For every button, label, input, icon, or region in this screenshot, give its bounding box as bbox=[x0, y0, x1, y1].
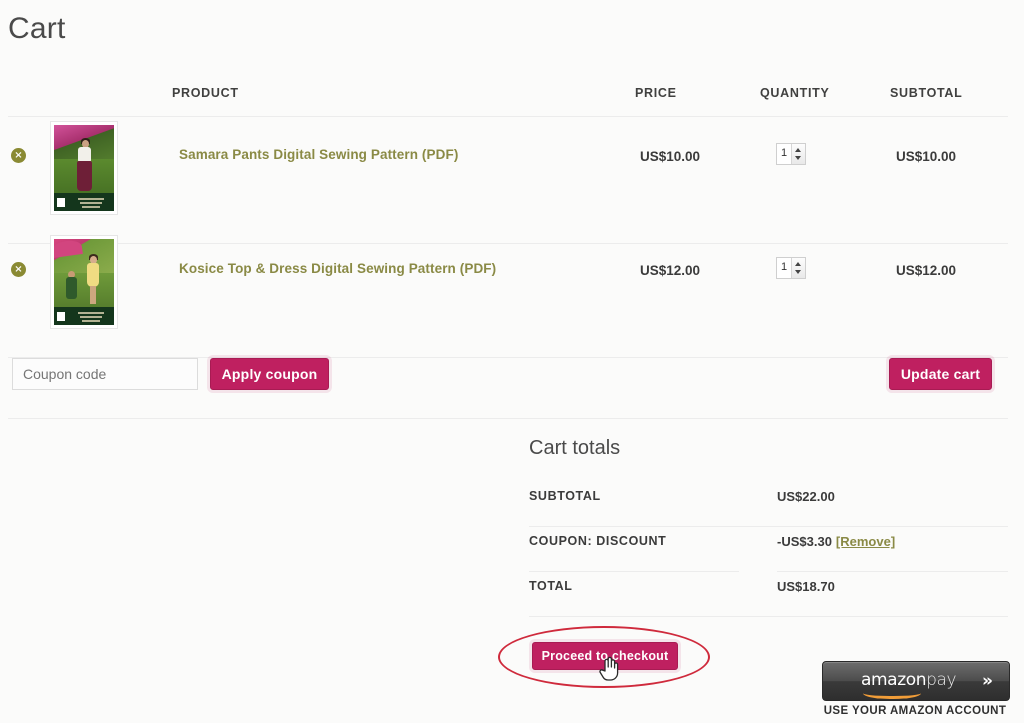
thumbnail-banner-line bbox=[82, 320, 100, 322]
thumbnail-banner bbox=[54, 306, 114, 325]
product-subtotal: US$10.00 bbox=[896, 149, 957, 164]
thumbnail-figure-legs bbox=[90, 286, 96, 304]
table-row: × Samara Pants Digital Sewing Pattern (P… bbox=[8, 117, 1008, 231]
thumbnail-banner bbox=[54, 192, 114, 211]
chevron-right-icon: » bbox=[982, 671, 993, 691]
totals-value: US$22.00 bbox=[777, 489, 835, 504]
cart-totals-title: Cart totals bbox=[529, 437, 621, 459]
remove-item-icon[interactable]: × bbox=[11, 148, 26, 163]
product-price: US$10.00 bbox=[640, 149, 701, 164]
totals-divider bbox=[529, 616, 1008, 617]
cart-page: Cart PRODUCT PRICE QUANTITY SUBTOTAL × S… bbox=[0, 0, 1024, 723]
amazon-pay-widget[interactable]: amazonpay » USE YOUR AMAZON ACCOUNT bbox=[822, 661, 1010, 723]
amazon-pay-caption: USE YOUR AMAZON ACCOUNT bbox=[823, 705, 1007, 717]
thumbnail-figure-pants bbox=[77, 161, 92, 191]
product-price: US$12.00 bbox=[640, 263, 701, 278]
thumbnail-figure-dress bbox=[87, 263, 99, 287]
column-header-quantity: QUANTITY bbox=[760, 86, 830, 100]
thumbnail-banner-line bbox=[78, 198, 104, 200]
totals-row-total: TOTAL US$18.70 bbox=[529, 572, 1008, 617]
remove-item-icon[interactable]: × bbox=[11, 262, 26, 277]
proceed-to-checkout-button[interactable]: Proceed to checkout bbox=[532, 642, 678, 670]
cart-table: PRODUCT PRICE QUANTITY SUBTOTAL × Samara… bbox=[8, 78, 1008, 419]
quantity-spinner[interactable] bbox=[791, 258, 805, 278]
table-row: × Kosice Top & Dress Digital Sewing Patt… bbox=[8, 231, 1008, 345]
quantity-stepper[interactable]: 1 bbox=[776, 257, 806, 279]
quantity-value: 1 bbox=[781, 147, 788, 159]
coupon-divider bbox=[8, 418, 1008, 419]
thumbnail-banner-line bbox=[80, 202, 102, 204]
product-subtotal: US$12.00 bbox=[896, 263, 957, 278]
thumbnail-banner-line bbox=[80, 316, 102, 318]
totals-label: SUBTOTAL bbox=[529, 489, 601, 503]
spinner-up-icon[interactable] bbox=[795, 148, 801, 152]
product-name-link[interactable]: Samara Pants Digital Sewing Pattern (PDF… bbox=[179, 147, 458, 162]
column-header-subtotal: SUBTOTAL bbox=[890, 86, 963, 100]
cart-table-header: PRODUCT PRICE QUANTITY SUBTOTAL bbox=[8, 78, 1008, 116]
thumbnail-brand-logo bbox=[57, 312, 65, 321]
column-header-price: PRICE bbox=[635, 86, 677, 100]
remove-coupon-link[interactable]: [Remove] bbox=[836, 534, 895, 549]
spinner-up-icon[interactable] bbox=[795, 262, 801, 266]
totals-value: US$18.70 bbox=[777, 579, 835, 594]
totals-label: TOTAL bbox=[529, 579, 573, 593]
update-cart-button[interactable]: Update cart bbox=[889, 358, 992, 390]
pay-word: pay bbox=[926, 670, 957, 690]
cart-totals-panel: Cart totals SUBTOTAL US$22.00 COUPON: DI… bbox=[529, 437, 1008, 617]
thumbnail-banner-line bbox=[78, 312, 104, 314]
spinner-down-icon[interactable] bbox=[795, 270, 801, 274]
page-title: Cart bbox=[8, 12, 66, 45]
thumbnail-banner-line bbox=[82, 206, 100, 208]
product-thumbnail[interactable] bbox=[50, 121, 118, 215]
thumbnail-brand-logo bbox=[57, 198, 65, 207]
quantity-value: 1 bbox=[781, 261, 788, 273]
thumbnail-child-figure bbox=[66, 277, 77, 299]
spinner-down-icon[interactable] bbox=[795, 156, 801, 160]
amazon-smile-icon bbox=[863, 687, 921, 699]
product-thumbnail[interactable] bbox=[50, 235, 118, 329]
coupon-row: Apply coupon Update cart bbox=[8, 358, 1008, 393]
totals-row-subtotal: SUBTOTAL US$22.00 bbox=[529, 482, 1008, 527]
product-name-link[interactable]: Kosice Top & Dress Digital Sewing Patter… bbox=[179, 261, 496, 276]
quantity-spinner[interactable] bbox=[791, 144, 805, 164]
totals-row-coupon-discount: COUPON: DISCOUNT -US$3.30 [Remove] bbox=[529, 527, 1008, 572]
apply-coupon-button[interactable]: Apply coupon bbox=[210, 358, 329, 390]
totals-value: -US$3.30 [Remove] bbox=[777, 534, 895, 549]
totals-label: COUPON: DISCOUNT bbox=[529, 534, 667, 548]
discount-amount: -US$3.30 bbox=[777, 534, 832, 549]
coupon-code-input[interactable] bbox=[12, 358, 198, 390]
amazon-pay-button[interactable]: amazonpay » bbox=[822, 661, 1010, 701]
quantity-stepper[interactable]: 1 bbox=[776, 143, 806, 165]
column-header-product: PRODUCT bbox=[172, 86, 239, 100]
